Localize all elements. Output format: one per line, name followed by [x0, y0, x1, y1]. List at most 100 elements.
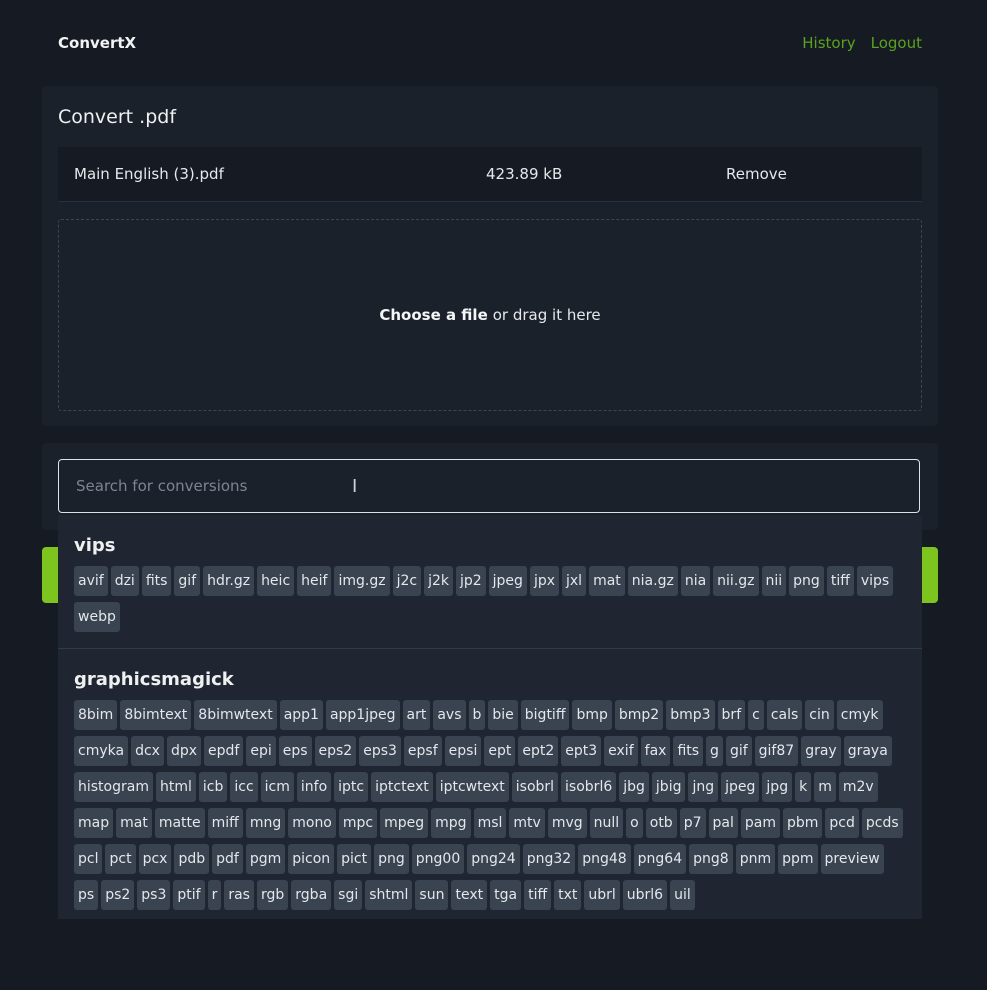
format-option[interactable]: tga — [490, 880, 522, 910]
format-option[interactable]: pict — [337, 844, 372, 874]
search-box[interactable]: I — [58, 459, 920, 513]
brand-logo[interactable]: ConvertX — [58, 34, 136, 52]
format-option[interactable]: mpeg — [380, 808, 429, 838]
format-option[interactable]: eps2 — [314, 736, 357, 766]
format-option[interactable]: miff — [207, 808, 243, 838]
format-option[interactable]: isobrl — [511, 772, 559, 802]
format-option[interactable]: ps2 — [101, 880, 135, 910]
format-option[interactable]: app1jpeg — [325, 700, 400, 730]
format-option[interactable]: pnm — [735, 844, 776, 874]
format-option[interactable]: exif — [604, 736, 638, 766]
format-option[interactable]: ubrl6 — [622, 880, 668, 910]
format-option[interactable]: icm — [260, 772, 294, 802]
format-option[interactable]: text — [451, 880, 488, 910]
format-option[interactable]: nii — [761, 566, 787, 596]
format-option[interactable]: iptc — [334, 772, 369, 802]
format-option[interactable]: cin — [805, 700, 834, 730]
format-option[interactable]: eps3 — [359, 736, 401, 766]
format-option[interactable]: mvg — [547, 808, 587, 838]
format-option[interactable]: 8bimtext — [120, 700, 192, 730]
format-option[interactable]: otb — [645, 808, 677, 838]
format-option[interactable]: j2c — [392, 566, 422, 596]
format-option[interactable]: bmp — [572, 700, 612, 730]
format-option[interactable]: jxl — [562, 566, 587, 596]
format-option[interactable]: bie — [488, 700, 518, 730]
format-option[interactable]: ptif — [173, 880, 205, 910]
format-option[interactable]: epsf — [403, 736, 442, 766]
format-option[interactable]: txt — [554, 880, 582, 910]
format-option[interactable]: pdb — [174, 844, 210, 874]
format-option[interactable]: bmp3 — [666, 700, 715, 730]
format-option[interactable]: histogram — [74, 772, 153, 802]
format-option[interactable]: heic — [257, 566, 295, 596]
format-option[interactable]: webp — [74, 602, 120, 632]
format-option[interactable]: iptcwtext — [435, 772, 509, 802]
format-option[interactable]: mpc — [338, 808, 378, 838]
format-option[interactable]: dzi — [110, 566, 139, 596]
format-option[interactable]: avs — [433, 700, 466, 730]
format-option[interactable]: iptctext — [371, 772, 433, 802]
format-option[interactable]: 8bim — [74, 700, 118, 730]
format-option[interactable]: cmyka — [74, 736, 129, 766]
format-option[interactable]: pcd — [825, 808, 859, 838]
format-option[interactable]: matte — [154, 808, 205, 838]
format-option[interactable]: cmyk — [836, 700, 883, 730]
format-option[interactable]: brf — [717, 700, 746, 730]
search-input[interactable] — [74, 476, 898, 496]
format-option[interactable]: ept — [484, 736, 516, 766]
format-option[interactable]: nia — [680, 566, 711, 596]
format-option[interactable]: ppm — [778, 844, 818, 874]
format-option[interactable]: fits — [673, 736, 704, 766]
format-option[interactable]: png00 — [411, 844, 465, 874]
format-option[interactable]: gif — [174, 566, 201, 596]
format-option[interactable]: m2v — [838, 772, 878, 802]
format-option[interactable]: dcx — [131, 736, 164, 766]
format-option[interactable]: pcx — [138, 844, 172, 874]
choose-file-label[interactable]: Choose a file — [379, 306, 487, 324]
format-option[interactable]: art — [402, 700, 431, 730]
nav-history-link[interactable]: History — [802, 34, 855, 52]
format-option[interactable]: pcds — [861, 808, 903, 838]
format-option[interactable]: info — [296, 772, 332, 802]
format-option[interactable]: jpeg — [488, 566, 527, 596]
format-option[interactable]: gray — [801, 736, 841, 766]
format-option[interactable]: tiff — [524, 880, 552, 910]
format-option[interactable]: png — [374, 844, 409, 874]
format-option[interactable]: mpg — [431, 808, 471, 838]
format-option[interactable]: mat — [589, 566, 625, 596]
remove-file-button[interactable]: Remove — [726, 165, 787, 183]
format-option[interactable]: k — [795, 772, 812, 802]
format-option[interactable]: gif — [725, 736, 752, 766]
format-option[interactable]: eps — [278, 736, 312, 766]
format-option[interactable]: pct — [105, 844, 136, 874]
format-option[interactable]: rgb — [256, 880, 289, 910]
format-option[interactable]: null — [589, 808, 624, 838]
format-option[interactable]: sgi — [334, 880, 363, 910]
format-option[interactable]: tiff — [826, 566, 854, 596]
format-option[interactable]: shtml — [365, 880, 413, 910]
format-option[interactable]: sun — [415, 880, 449, 910]
format-option[interactable]: g — [706, 736, 723, 766]
format-option[interactable]: jbig — [651, 772, 686, 802]
format-option[interactable]: mtv — [509, 808, 545, 838]
format-option[interactable]: jp2 — [455, 566, 486, 596]
format-option[interactable]: mat — [116, 808, 152, 838]
format-option[interactable]: 8bimwtext — [194, 700, 277, 730]
format-option[interactable]: ps — [74, 880, 99, 910]
format-option[interactable]: png48 — [578, 844, 631, 874]
format-option[interactable]: c — [748, 700, 764, 730]
format-option[interactable]: o — [626, 808, 643, 838]
format-option[interactable]: graya — [843, 736, 892, 766]
format-option[interactable]: pam — [740, 808, 780, 838]
format-option[interactable]: png — [789, 566, 824, 596]
format-option[interactable]: jng — [688, 772, 719, 802]
format-option[interactable]: epi — [246, 736, 276, 766]
format-option[interactable]: bmp2 — [614, 700, 664, 730]
nav-logout-link[interactable]: Logout — [871, 34, 922, 52]
format-option[interactable]: fits — [141, 566, 172, 596]
format-option[interactable]: avif — [74, 566, 108, 596]
format-option[interactable]: msl — [473, 808, 507, 838]
format-option[interactable]: picon — [288, 844, 335, 874]
format-option[interactable]: icb — [198, 772, 228, 802]
format-option[interactable]: dpx — [166, 736, 201, 766]
